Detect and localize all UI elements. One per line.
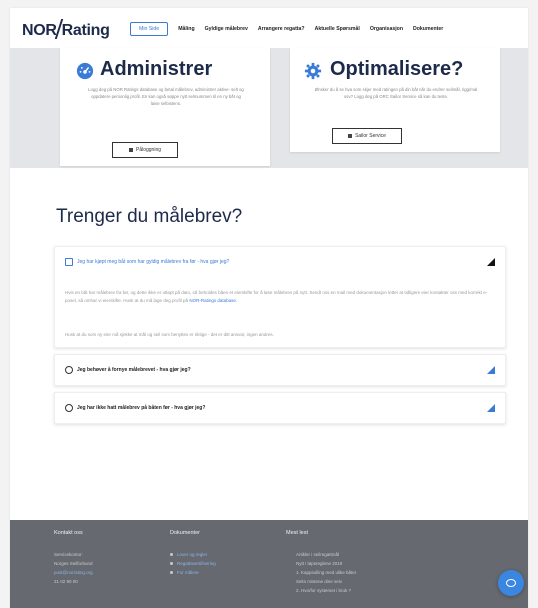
faq-item-ikke-hatt[interactable]: Jeg har ikke hatt målebrev på båten før …: [54, 392, 506, 424]
footer-link[interactable]: 2. Hvorfor systemet i bruk ?: [296, 586, 356, 595]
faq-item-kjopt-bat[interactable]: Jeg har kjøpt meg båt som har gyldig mål…: [54, 246, 506, 348]
sailor-service-label: Sailor Service: [355, 133, 386, 139]
expand-arrow-icon[interactable]: [487, 366, 495, 374]
gear-icon: [304, 62, 322, 80]
faq-item-fornye[interactable]: Jeg behøver å fornye målebrevet - hva gj…: [54, 354, 506, 386]
card-title-administrer: Administrer: [100, 58, 213, 80]
nav-item-maling[interactable]: Måling: [178, 26, 194, 32]
footer-link-label: For målere: [177, 570, 199, 575]
sailor-service-button[interactable]: Sailor Service: [332, 128, 402, 144]
cart-icon: [65, 258, 73, 266]
footer-link[interactable]: Lover og regler: [170, 550, 216, 559]
question-circle-icon: [65, 404, 73, 412]
gauge-icon: [76, 62, 94, 80]
lightbulb-icon: [65, 366, 73, 374]
footer-heading: Dokumenter: [170, 530, 200, 536]
login-icon: [128, 148, 133, 152]
nor-rating-database-link[interactable]: NOR-Ratings database.: [189, 298, 237, 303]
nav-item-min-side[interactable]: Min Side: [130, 22, 169, 36]
footer-link[interactable]: 1. Kappsulling med ulike båter: [296, 568, 356, 577]
bullet-icon: [170, 562, 173, 566]
section-title: Trenger du målebrev?: [56, 206, 243, 227]
faq-question: Jeg har ikke hatt målebrev på båten før …: [77, 405, 206, 411]
footer-heading: Kontakt oss: [54, 530, 83, 536]
faq-answer-text: Hvis en båt har målebrev fra før, og det…: [65, 290, 488, 303]
page-sheet: NOR Rating Min Side Måling Gyldige målebr…: [10, 8, 528, 608]
card-title-optimalisere: Optimalisere?: [330, 58, 464, 80]
chat-button[interactable]: [498, 570, 524, 596]
page: NOR Rating Min Side Måling Gyldige målebr…: [0, 0, 538, 608]
nav-item-arrangere-regatta[interactable]: Arrangere regatta?: [258, 26, 305, 32]
bullet-icon: [170, 571, 173, 575]
site-header: NOR Rating Min Side Måling Gyldige målebr…: [10, 8, 528, 48]
hero-band: Administrer Logg deg på NOR Ratings data…: [10, 48, 528, 168]
logo-text-left: NOR: [22, 22, 57, 39]
footer-link-label: Regattasertifisering: [177, 561, 216, 566]
footer-link[interactable]: Regattasertifisering: [170, 559, 216, 568]
administrer-card: Administrer Logg deg på NOR Ratings data…: [60, 48, 270, 166]
paloggning-label: Påloggning: [135, 147, 162, 153]
site-footer: Kontakt oss Servicekontor: Norges Seilfo…: [10, 520, 528, 608]
footer-link[interactable]: Artikler i seilregattmål: [296, 550, 356, 559]
faq-answer-paragraph-1: Hvis en båt har målebrev fra før, og det…: [65, 289, 495, 304]
footer-link[interactable]: Seks mistene dine seiv: [296, 577, 356, 586]
sailor-icon: [348, 134, 353, 138]
faq-question: Jeg behøver å fornye målebrevet - hva gj…: [77, 367, 191, 373]
optimalisere-card: Optimalisere? Ønsker du å se hva som skj…: [290, 48, 500, 152]
footer-most-read: Mest lest Artikler i seilregattmål Nytt …: [286, 530, 356, 595]
chat-bubble-icon: [506, 579, 516, 587]
bullet-icon: [170, 553, 173, 557]
main-nav: Min Side Måling Gyldige målebrev Arrange…: [130, 22, 443, 36]
footer-link[interactable]: Nytt i løpsreglene 2019: [296, 559, 356, 568]
footer-heading: Mest lest: [286, 530, 309, 536]
faq-question-row[interactable]: Jeg behøver å fornye målebrevet - hva gj…: [65, 366, 191, 374]
nav-item-aktuelle-sporsmal[interactable]: Aktuelle Spørsmål: [315, 26, 360, 32]
footer-email-link[interactable]: post@norrating.org: [54, 568, 93, 577]
faq-question: Jeg har kjøpt meg båt som har gyldig mål…: [77, 259, 230, 265]
faq-answer-paragraph-2: Husk at du som ny eier må sjekke at mål …: [65, 332, 274, 337]
nav-item-dokumenter[interactable]: Dokumenter: [413, 26, 443, 32]
nav-item-gyldige-malebrev[interactable]: Gyldige målebrev: [205, 26, 248, 32]
expand-arrow-icon[interactable]: [487, 404, 495, 412]
collapse-arrow-icon[interactable]: [487, 258, 495, 266]
card-text-optimalisere: Ønsker du å se hva som skjer med ratinge…: [314, 87, 478, 99]
footer-line: Norges Seilforbund: [54, 561, 93, 566]
logo-text-right: Rating: [61, 22, 110, 39]
footer-contact: Kontakt oss Servicekontor: Norges Seilfo…: [54, 530, 93, 586]
footer-documents: Dokumenter Lover og regler Regattasertif…: [170, 530, 216, 577]
footer-link-label: Lover og regler: [177, 552, 208, 557]
nav-item-organisasjon[interactable]: Organisasjon: [370, 26, 403, 32]
footer-line: Servicekontor:: [54, 552, 83, 557]
faq-question-row[interactable]: Jeg har ikke hatt målebrev på båten før …: [65, 404, 205, 412]
footer-phone: 21 02 90 00: [54, 579, 78, 584]
nor-rating-logo[interactable]: NOR Rating: [22, 19, 110, 39]
footer-link[interactable]: For målere: [170, 568, 216, 577]
paloggning-button[interactable]: Påloggning: [112, 142, 178, 158]
card-text-administrer: Logg deg på NOR Ratings database og beta…: [88, 87, 244, 106]
faq-question-row[interactable]: Jeg har kjøpt meg båt som har gyldig mål…: [65, 258, 229, 266]
